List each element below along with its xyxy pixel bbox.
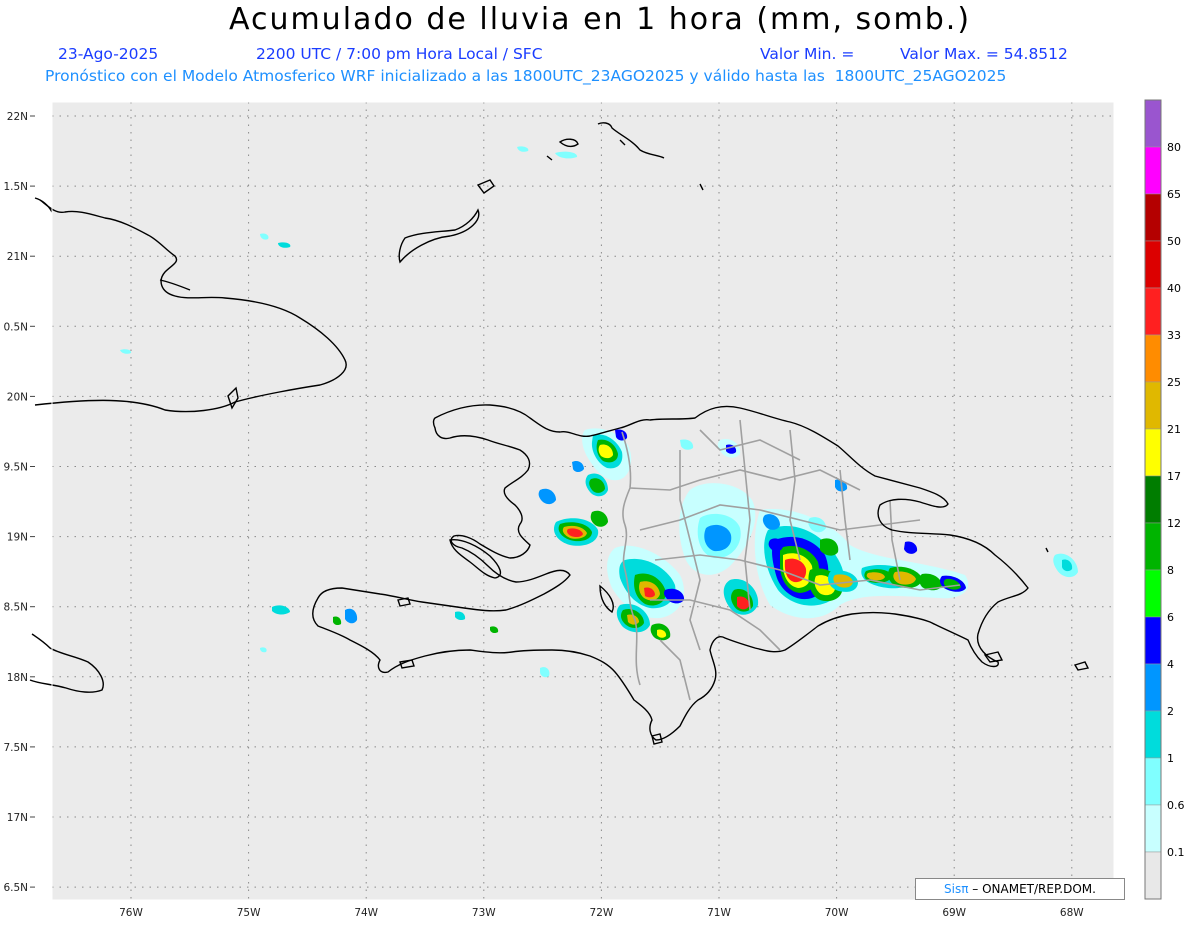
- colorbar-segment: [1144, 851, 1162, 900]
- lat-tick-label: 0.5N: [3, 321, 28, 333]
- colorbar-label: 33: [1167, 329, 1181, 342]
- colorbar-label: 6: [1167, 611, 1174, 624]
- lon-tick-label: 68W: [1060, 907, 1084, 919]
- lon-tick-label: 70W: [825, 907, 849, 919]
- colorbar-label: 12: [1167, 517, 1181, 530]
- colorbar-segment: [1144, 569, 1162, 618]
- colorbar-label: 0.1: [1167, 846, 1185, 859]
- colorbar-segment: [1144, 240, 1162, 289]
- colorbar-segment: [1144, 710, 1162, 759]
- lon-tick-label: 75W: [237, 907, 261, 919]
- colorbar-label: 40: [1167, 282, 1181, 295]
- colorbar-label: 0.6: [1167, 799, 1185, 812]
- colorbar-segment: [1144, 522, 1162, 571]
- lon-tick-label: 73W: [472, 907, 496, 919]
- colorbar-segment: [1144, 663, 1162, 712]
- lon-tick-label: 72W: [590, 907, 614, 919]
- credit-text: – ONAMET/REP.DOM.: [968, 882, 1096, 896]
- lat-tick-label: 22N: [7, 111, 28, 123]
- rainfall-map: 22N 1.5N 21N 0.5N 20N 9.5N 19N 8.5N 18N 7.5N 17N 6.…: [3, 99, 1185, 919]
- colorbar-label: 4: [1167, 658, 1174, 671]
- colorbar-segment: [1144, 757, 1162, 806]
- lat-tick-label: 17N: [7, 812, 28, 824]
- colorbar-segment: [1144, 804, 1162, 853]
- longitude-axis: 76W 75W 74W 73W 72W 71W 70W 69W 68W: [119, 907, 1084, 919]
- colorbar-label: 25: [1167, 376, 1181, 389]
- colorbar-segment: [1144, 428, 1162, 477]
- colorbar-label: 1: [1167, 752, 1174, 765]
- colorbar-segment: [1144, 193, 1162, 242]
- lat-tick-label: 8.5N: [3, 602, 28, 614]
- lat-tick-label: 21N: [7, 251, 28, 263]
- lat-tick-label: 1.5N: [3, 181, 28, 193]
- lat-tick-label: 18N: [7, 672, 28, 684]
- lat-tick-label: 20N: [7, 391, 28, 403]
- sispi-logo: Sisπ: [944, 882, 969, 896]
- colorbar-segment: [1144, 616, 1162, 665]
- colorbar-label: 65: [1167, 188, 1181, 201]
- lon-tick-label: 69W: [942, 907, 966, 919]
- lon-tick-label: 74W: [354, 907, 378, 919]
- colorbar-label: 21: [1167, 423, 1181, 436]
- lon-tick-label: 71W: [707, 907, 731, 919]
- lat-tick-label: 19N: [7, 532, 28, 544]
- colorbar-label: 17: [1167, 470, 1181, 483]
- lat-tick-label: 6.5N: [3, 882, 28, 894]
- lat-tick-label: 9.5N: [3, 462, 28, 474]
- colorbar-legend: 806550403325211712864210.60.1: [1144, 99, 1185, 900]
- colorbar-label: 80: [1167, 141, 1181, 154]
- colorbar-segment: [1144, 381, 1162, 430]
- colorbar-segment: [1144, 287, 1162, 336]
- colorbar-label: 2: [1167, 705, 1174, 718]
- colorbar-label: 8: [1167, 564, 1174, 577]
- colorbar-segment: [1144, 475, 1162, 524]
- credit-box: Sisπ – ONAMET/REP.DOM.: [915, 878, 1125, 900]
- lon-tick-label: 76W: [119, 907, 143, 919]
- colorbar-segment: [1144, 146, 1162, 195]
- colorbar-label: 50: [1167, 235, 1181, 248]
- colorbar-segment: [1144, 99, 1162, 148]
- colorbar-segment: [1144, 334, 1162, 383]
- latitude-axis: 22N 1.5N 21N 0.5N 20N 9.5N 19N 8.5N 18N 7.5N 17N 6.…: [3, 111, 35, 894]
- lat-tick-label: 7.5N: [3, 742, 28, 754]
